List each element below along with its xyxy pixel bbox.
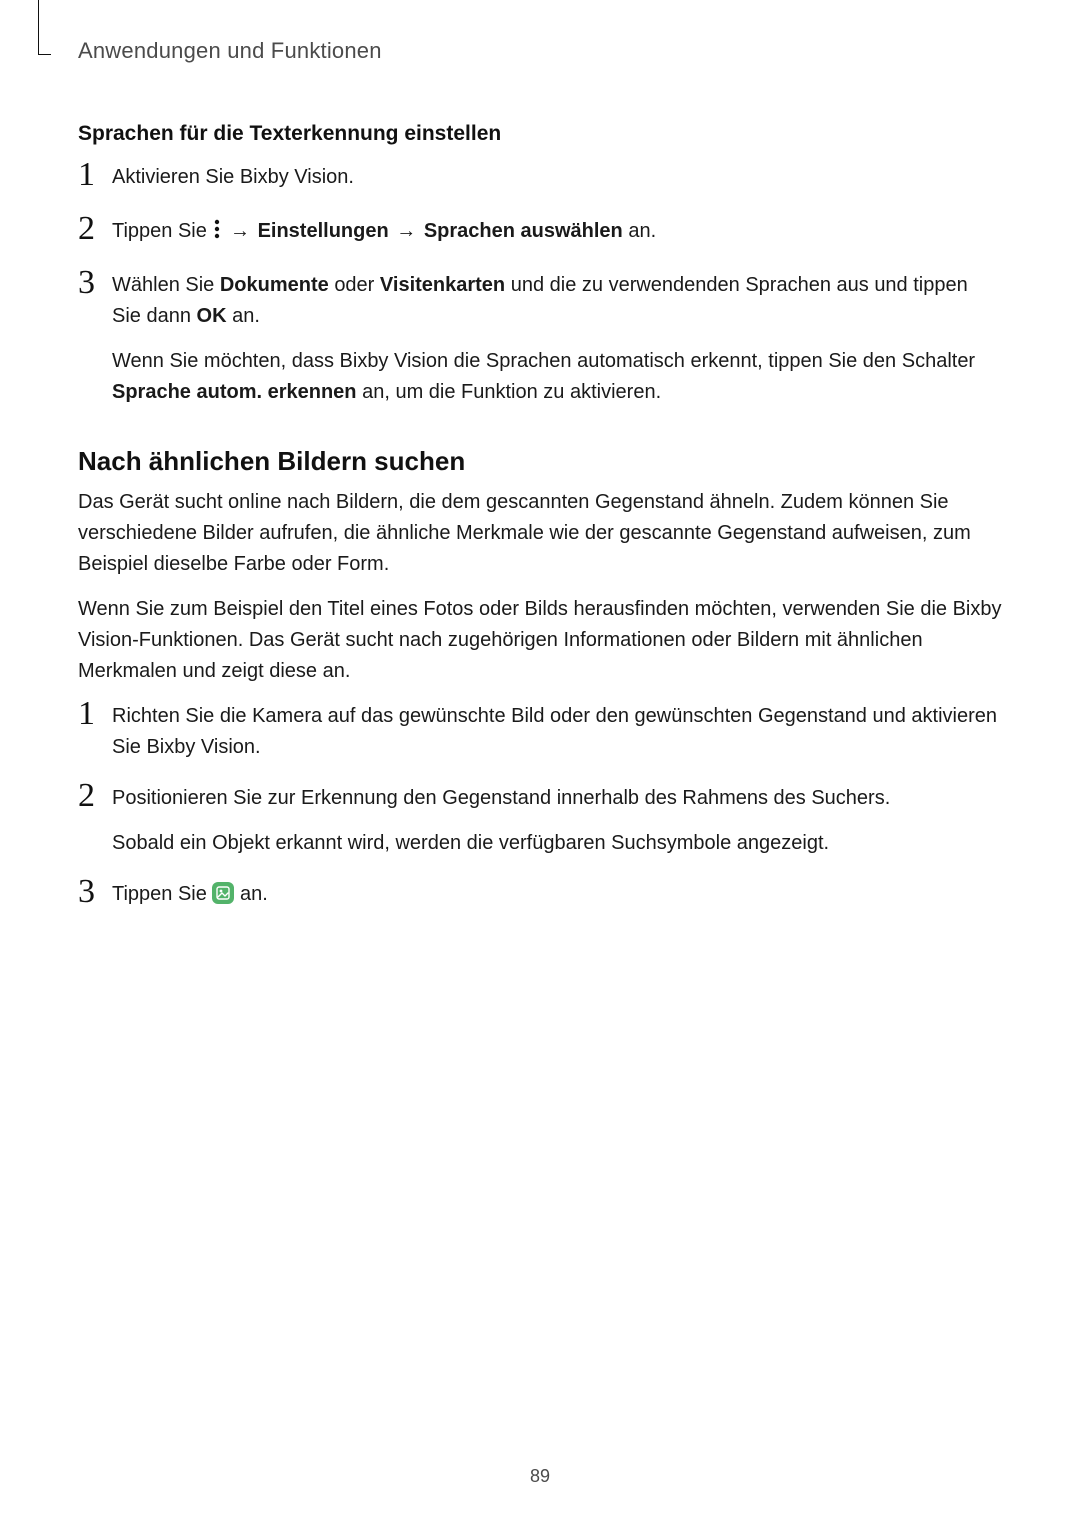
arrow: → (394, 220, 424, 242)
step-body: Tippen Sie → Einstellungen → Sprachen au… (112, 216, 1002, 250)
page: Anwendungen und Funktionen Sprachen für … (0, 0, 1080, 1527)
bold-text: Dokumente (220, 274, 329, 296)
bold-text: Einstellungen (258, 220, 389, 242)
step-number: 2 (78, 212, 112, 246)
step-item: 2 Positionieren Sie zur Erkennung den Ge… (78, 783, 1002, 859)
step-text: Tippen Sie → Einstellungen → Sprachen au… (112, 216, 1002, 250)
step-text: Sobald ein Objekt erkannt wird, werden d… (112, 828, 1002, 859)
text-fragment: Tippen Sie (112, 883, 212, 905)
step-item: 3 Wählen Sie Dokumente oder Visitenkarte… (78, 270, 1002, 408)
step-number: 3 (78, 875, 112, 909)
step-number: 2 (78, 779, 112, 813)
text-fragment: oder (334, 274, 380, 296)
running-header: Anwendungen und Funktionen (78, 38, 1002, 64)
text-fragment: Wählen Sie (112, 274, 220, 296)
text-fragment: an. (232, 305, 260, 327)
text-fragment: Wenn Sie möchten, dass Bixby Vision die … (112, 350, 975, 372)
step-text: Positionieren Sie zur Erkennung den Gege… (112, 783, 1002, 814)
step-text: Tippen Sie an. (112, 879, 1002, 910)
bold-text: Sprachen auswählen (424, 220, 623, 242)
step-body: Wählen Sie Dokumente oder Visitenkarten … (112, 270, 1002, 408)
step-item: 3 Tippen Sie an. (78, 879, 1002, 913)
step-text: Wenn Sie möchten, dass Bixby Vision die … (112, 346, 1002, 408)
page-number: 89 (0, 1466, 1080, 1487)
step-item: 1 Aktivieren Sie Bixby Vision. (78, 162, 1002, 196)
text-fragment: Tippen Sie (112, 220, 212, 242)
step-number: 3 (78, 266, 112, 300)
more-options-icon (212, 218, 222, 250)
text-fragment: an. (628, 220, 656, 242)
page-tab-mark (38, 0, 51, 55)
step-text: Richten Sie die Kamera auf das gewünscht… (112, 701, 1002, 763)
step-body: Tippen Sie an. (112, 879, 1002, 910)
step-body: Richten Sie die Kamera auf das gewünscht… (112, 701, 1002, 763)
section2-para1: Das Gerät sucht online nach Bildern, die… (78, 487, 1002, 580)
bold-text: Sprache autom. erkennen (112, 381, 357, 403)
bold-text: OK (197, 305, 227, 327)
arrow: → (228, 220, 258, 242)
section2-para2: Wenn Sie zum Beispiel den Titel eines Fo… (78, 594, 1002, 687)
image-search-icon (212, 882, 234, 904)
text-fragment: an, um die Funktion zu aktivieren. (362, 381, 661, 403)
section1-steps: 1 Aktivieren Sie Bixby Vision. 2 Tippen … (78, 162, 1002, 408)
step-text: Wählen Sie Dokumente oder Visitenkarten … (112, 270, 1002, 332)
section2-steps: 1 Richten Sie die Kamera auf das gewünsc… (78, 701, 1002, 913)
section2-title: Nach ähnlichen Bildern suchen (78, 446, 1002, 477)
section1-title: Sprachen für die Texterkennung einstelle… (78, 122, 1002, 146)
text-fragment: an. (240, 883, 268, 905)
step-number: 1 (78, 697, 112, 731)
step-item: 1 Richten Sie die Kamera auf das gewünsc… (78, 701, 1002, 763)
step-body: Positionieren Sie zur Erkennung den Gege… (112, 783, 1002, 859)
bold-text: Visitenkarten (380, 274, 505, 296)
step-text: Aktivieren Sie Bixby Vision. (112, 162, 1002, 193)
step-body: Aktivieren Sie Bixby Vision. (112, 162, 1002, 193)
step-number: 1 (78, 158, 112, 192)
step-item: 2 Tippen Sie → Einstellungen → Sprachen … (78, 216, 1002, 250)
